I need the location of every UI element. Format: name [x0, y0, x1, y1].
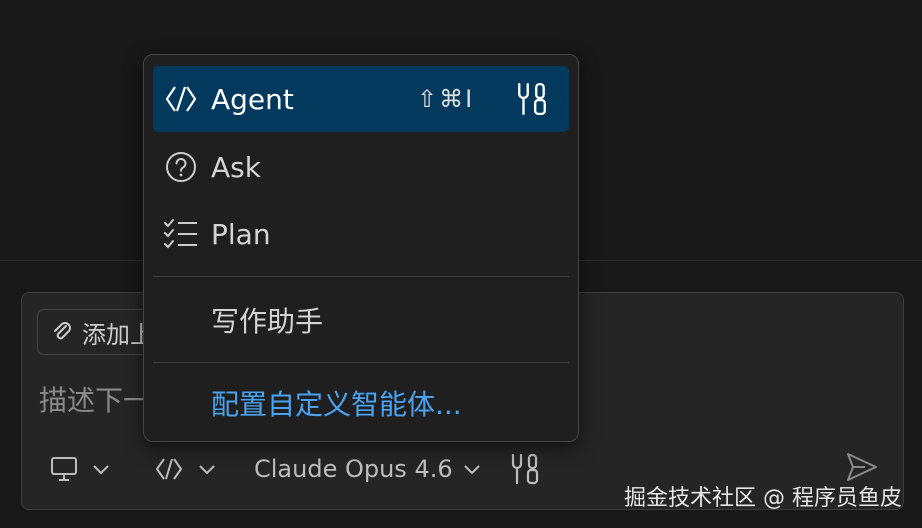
- tools-icon: [511, 453, 538, 485]
- chat-toolbar: Claude Opus 4.6: [50, 441, 541, 497]
- paperclip-icon: [54, 322, 71, 340]
- menu-item-label: 配置自定义智能体...: [211, 388, 462, 421]
- menu-item-agent[interactable]: Agent ⇧⌘I: [153, 66, 569, 132]
- agent-icon: [156, 458, 182, 480]
- model-picker[interactable]: Claude Opus 4.6: [254, 455, 481, 483]
- keyboard-shortcut: ⇧⌘I: [417, 85, 475, 113]
- menu-item-label: Agent: [211, 82, 294, 116]
- agent-mode-menu: Agent ⇧⌘I Ask Plan 写作助手 配置自定义智能体...: [143, 54, 579, 442]
- tools-icon[interactable]: [515, 80, 549, 118]
- target-device-picker[interactable]: [50, 456, 110, 482]
- model-label: Claude Opus 4.6: [254, 455, 453, 483]
- question-circle-icon: [166, 152, 196, 182]
- menu-item-ask[interactable]: Ask: [153, 134, 569, 200]
- configure-tools-button[interactable]: [509, 452, 541, 486]
- agent-icon: [165, 86, 197, 112]
- menu-item-plan[interactable]: Plan: [153, 201, 569, 267]
- watermark: 掘金技术社区 @ 程序员鱼皮: [624, 486, 902, 511]
- menu-item-configure-custom-agents[interactable]: 配置自定义智能体...: [153, 370, 569, 436]
- chevron-down-icon: [199, 465, 215, 475]
- agent-mode-picker[interactable]: [154, 456, 216, 482]
- checklist-icon: [164, 219, 197, 249]
- menu-separator: [153, 362, 569, 363]
- menu-separator: [153, 276, 569, 277]
- send-icon: [847, 453, 877, 481]
- menu-item-writing-assistant[interactable]: 写作助手: [153, 287, 569, 353]
- menu-item-label: Plan: [211, 217, 271, 251]
- chevron-down-icon: [463, 465, 480, 475]
- chevron-down-icon: [93, 465, 109, 475]
- menu-item-label: 写作助手: [211, 305, 324, 338]
- menu-item-label: Ask: [211, 150, 261, 184]
- monitor-icon: [51, 457, 77, 481]
